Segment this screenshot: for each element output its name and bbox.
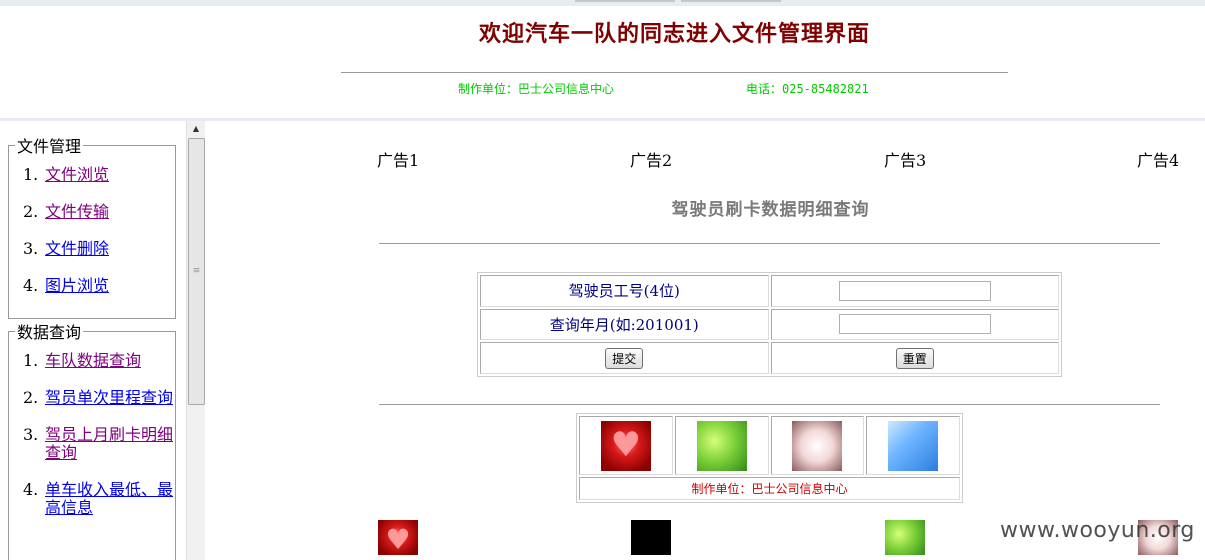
thumb-cell xyxy=(866,416,960,476)
ad-link-3[interactable]: 广告3 xyxy=(884,147,926,171)
list-number: 2. xyxy=(23,202,39,221)
list-item: 2. 驾员单次里程查询 xyxy=(23,389,175,407)
nav-content: 文件管理 1. 文件浏览 2. 文件传输 3. 文件删除 4. 图片浏览 数据查… xyxy=(0,121,186,560)
list-number: 1. xyxy=(23,165,39,184)
list-item: 3. 文件删除 xyxy=(23,240,175,258)
green-image[interactable] xyxy=(885,520,925,555)
data-query-legend: 数据查询 xyxy=(17,323,82,342)
month-input[interactable] xyxy=(838,314,991,335)
grip-icon: ≡ xyxy=(192,266,201,276)
month-label: 查询年月(如:201001) xyxy=(480,308,769,341)
header-divider xyxy=(341,72,1008,73)
pale-image[interactable] xyxy=(792,420,843,471)
list-number: 4. xyxy=(23,480,39,499)
window-tab xyxy=(575,0,675,2)
data-query-list: 1. 车队数据查询 2. 驾员单次里程查询 3. 驾员上月刷卡明细查询 4. 单… xyxy=(9,343,175,517)
window-tab xyxy=(681,0,781,2)
section-divider xyxy=(379,243,1160,244)
main-frame: 广告1 广告2 广告3 广告4 驾驶员刷卡数据明细查询 驾驶员工号(4位) 查询… xyxy=(205,121,1205,560)
blue-image[interactable] xyxy=(888,420,939,471)
month-cell xyxy=(770,308,1059,341)
list-item: 1. 车队数据查询 xyxy=(23,352,175,370)
submit-cell: 提交 xyxy=(480,342,769,374)
nav-link-driver-mileage-query[interactable]: 驾员单次里程查询 xyxy=(45,389,173,407)
thumb-cell xyxy=(674,416,769,476)
reset-cell: 重置 xyxy=(770,342,1059,374)
list-item: 4. 单车收入最低、最高信息 xyxy=(23,481,175,517)
query-form-table: 驾驶员工号(4位) 查询年月(如:201001) 提交 重置 xyxy=(477,272,1062,377)
nav-link-file-browse[interactable]: 文件浏览 xyxy=(45,166,109,184)
nav-link-image-browse[interactable]: 图片浏览 xyxy=(45,277,109,295)
header-frame: 欢迎汽车一队的同志进入文件管理界面 制作单位：巴士公司信息中心 电话：025-8… xyxy=(0,0,1205,118)
green-image[interactable] xyxy=(696,420,747,471)
thumbs-credit: 制作单位：巴士公司信息中心 xyxy=(579,477,960,500)
list-item: 1. 文件浏览 xyxy=(23,166,175,184)
driver-id-cell xyxy=(770,275,1059,307)
list-number: 1. xyxy=(23,351,39,370)
ad-link-1[interactable]: 广告1 xyxy=(377,147,419,171)
nav-link-file-transfer[interactable]: 文件传输 xyxy=(45,203,109,221)
ad-link-4[interactable]: 广告4 xyxy=(1137,147,1179,171)
heart-image[interactable]: ♥ xyxy=(600,420,651,471)
thumb-cell: ♥ xyxy=(579,416,673,476)
watermark: www.wooyun.org xyxy=(1000,518,1195,543)
list-item: 4. 图片浏览 xyxy=(23,277,175,295)
thumb-cell xyxy=(770,416,865,476)
list-number: 4. xyxy=(23,276,39,295)
file-management-list: 1. 文件浏览 2. 文件传输 3. 文件删除 4. 图片浏览 xyxy=(9,157,175,295)
nav-link-driver-card-query[interactable]: 驾员上月刷卡明细查询 xyxy=(45,426,175,462)
ad-link-2[interactable]: 广告2 xyxy=(630,147,672,171)
list-number: 3. xyxy=(23,425,39,444)
submit-button[interactable]: 提交 xyxy=(605,347,644,369)
list-number: 2. xyxy=(23,388,39,407)
list-number: 3. xyxy=(23,239,39,258)
list-item: 3. 驾员上月刷卡明细查询 xyxy=(23,426,175,462)
file-management-legend: 文件管理 xyxy=(17,137,82,156)
nav-link-vehicle-income-info[interactable]: 单车收入最低、最高信息 xyxy=(45,481,175,517)
page-title: 欢迎汽车一队的同志进入文件管理界面 xyxy=(478,21,870,47)
reset-button[interactable]: 重置 xyxy=(895,347,934,369)
black-image[interactable] xyxy=(631,520,671,555)
scroll-thumb[interactable]: ≡ xyxy=(188,138,205,405)
driver-id-label: 驾驶员工号(4位) xyxy=(480,275,769,307)
nav-link-file-delete[interactable]: 文件删除 xyxy=(45,240,109,258)
scroll-up-arrow-icon[interactable]: ▲ xyxy=(187,121,205,137)
list-item: 2. 文件传输 xyxy=(23,203,175,221)
nav-link-fleet-data-query[interactable]: 车队数据查询 xyxy=(45,352,141,370)
driver-id-input[interactable] xyxy=(838,280,991,301)
nav-scrollbar[interactable]: ▲ ≡ xyxy=(186,121,205,560)
heart-image[interactable]: ♥ xyxy=(378,520,418,555)
data-query-group: 数据查询 1. 车队数据查询 2. 驾员单次里程查询 3. 驾员上月刷卡明细查询… xyxy=(8,319,176,560)
form-divider xyxy=(379,404,1160,405)
file-management-group: 文件管理 1. 文件浏览 2. 文件传输 3. 文件删除 4. 图片浏览 xyxy=(8,133,176,319)
maker-credit: 制作单位：巴士公司信息中心 xyxy=(458,82,615,96)
phone-credit: 电话：025-85482821 xyxy=(746,82,869,96)
section-title: 驾驶员刷卡数据明细查询 xyxy=(671,200,870,220)
thumbnail-table: ♥ 制作单位：巴士公司信息中心 xyxy=(576,413,963,503)
left-nav-frame: 文件管理 1. 文件浏览 2. 文件传输 3. 文件删除 4. 图片浏览 数据查… xyxy=(0,121,205,560)
